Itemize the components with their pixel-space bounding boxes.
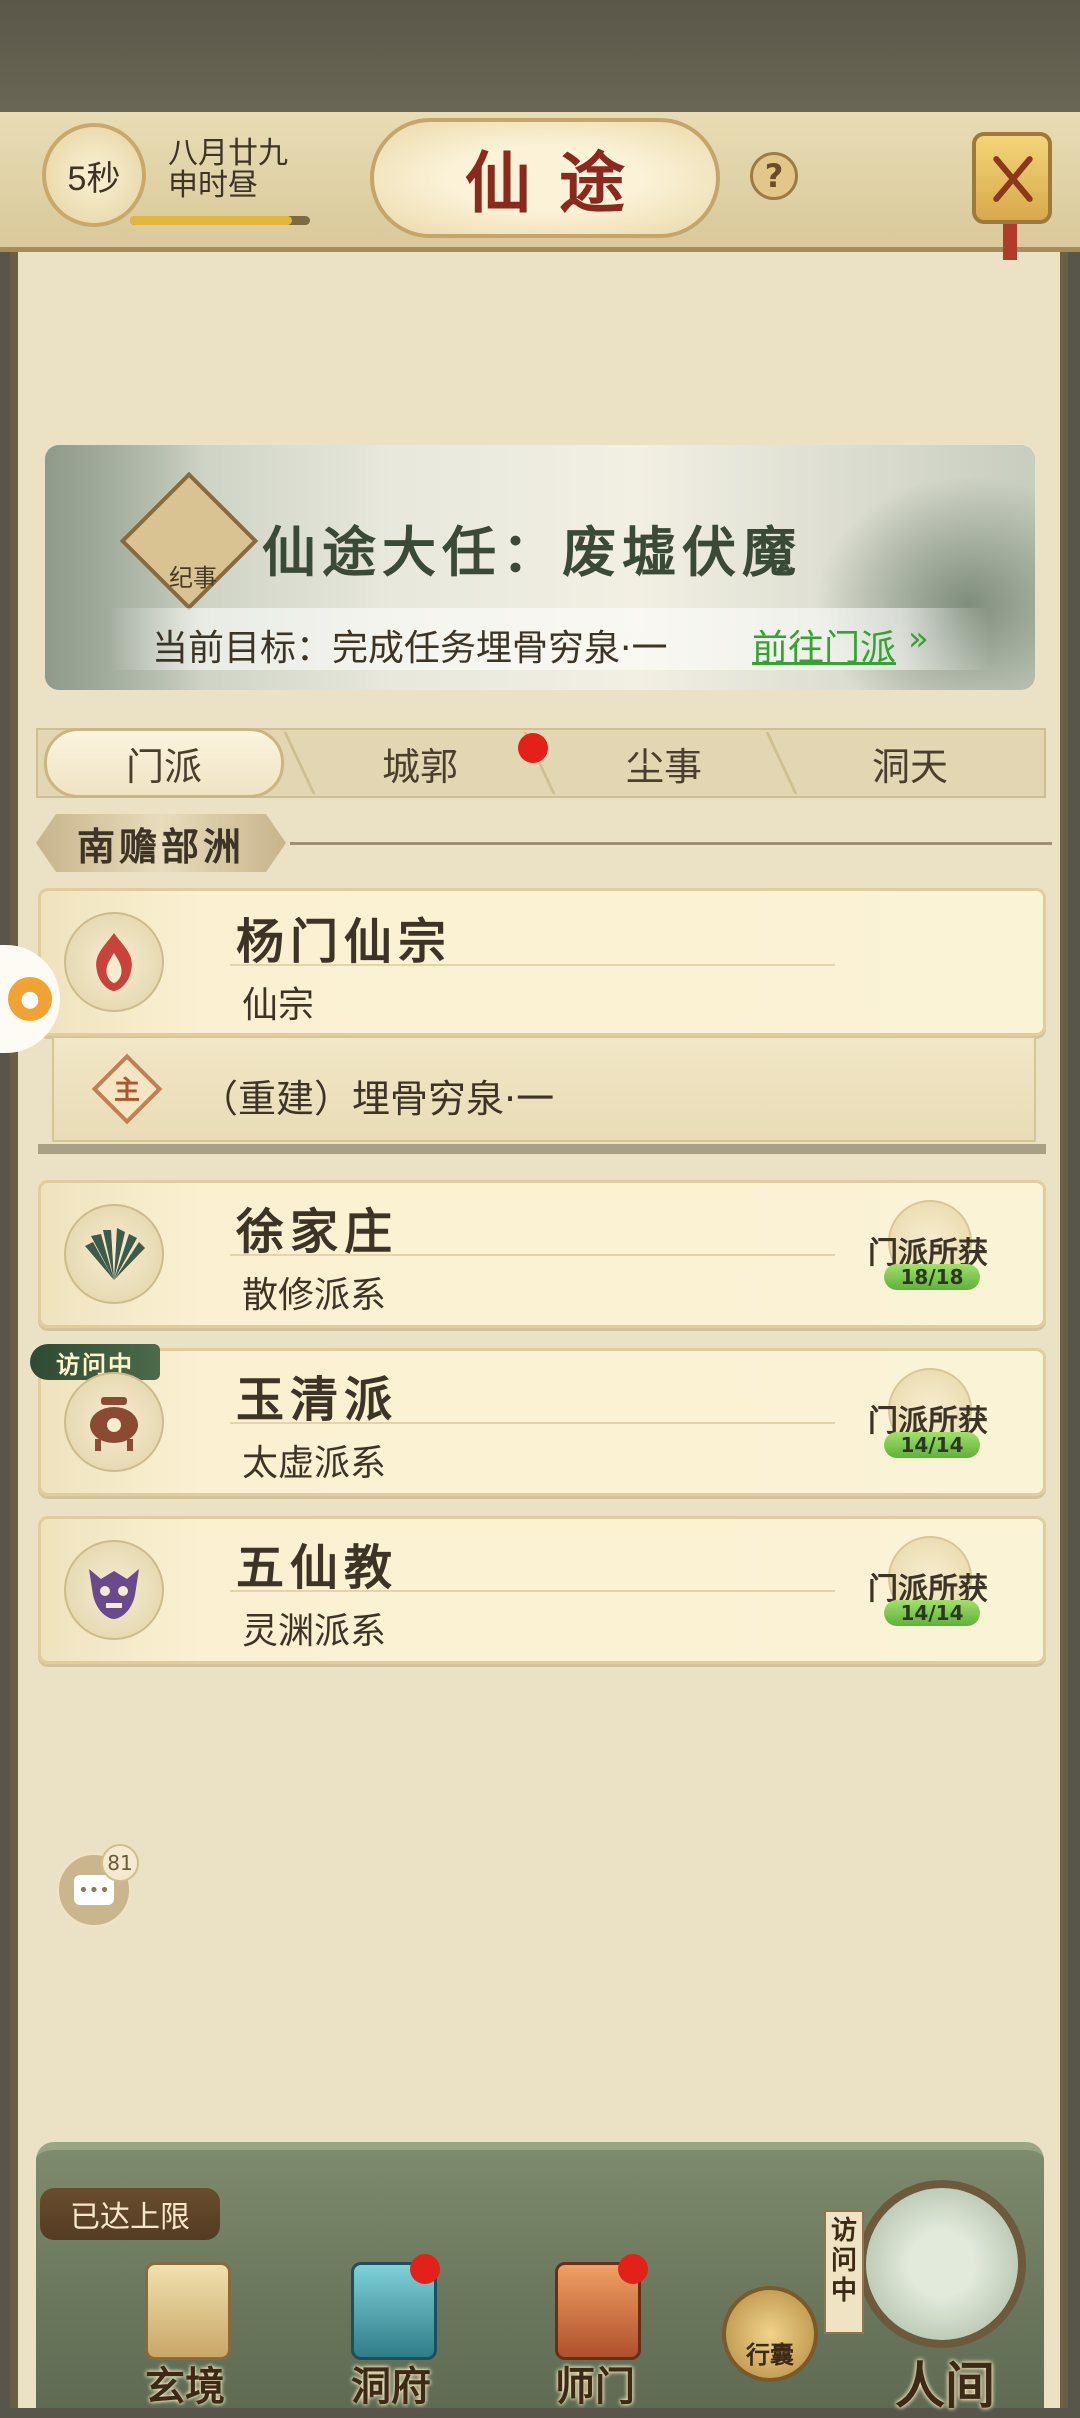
tab-cave[interactable]: 洞天 <box>790 728 1030 798</box>
title-plaque: 仙途 <box>370 118 720 238</box>
sect-name: 杨门仙宗 <box>236 914 453 970</box>
region-label: 南赡部洲 <box>36 814 286 872</box>
game-date: 八月廿九 申时昼 <box>168 138 328 202</box>
card-divider <box>230 1422 835 1424</box>
main-quest-label: 主 <box>113 1076 140 1106</box>
limit-reached-tag: 已达上限 <box>40 2188 220 2240</box>
leaf-fan-emblem-icon <box>64 1204 164 1304</box>
card-divider <box>230 1254 835 1256</box>
sect-name: 玉清派 <box>236 1372 399 1428</box>
chat-icon: ••• <box>74 1875 114 1905</box>
sect-type: 仙宗 <box>242 985 315 1026</box>
sect-reward[interactable]: 门派所获 14/14 <box>868 1368 988 1468</box>
demon-mask-emblem-icon <box>64 1540 164 1640</box>
nav-label: 洞府 <box>351 2363 431 2410</box>
sect-name: 徐家庄 <box>236 1204 399 1260</box>
sub-task-text: （重建）埋骨穷泉·一 <box>200 1077 555 1121</box>
card-divider <box>230 964 835 966</box>
nav-label: 玄境 <box>145 2363 225 2410</box>
sect-type: 散修派系 <box>242 1275 387 1316</box>
chronicle-label: 纪事 <box>169 564 217 592</box>
page-title: 仙途 <box>465 144 653 222</box>
reward-count: 18/18 <box>884 1264 980 1290</box>
world-button[interactable] <box>858 2180 1026 2348</box>
date-day: 八月廿九 <box>168 136 288 171</box>
nav-shimen[interactable]: 师门 <box>520 2250 670 2410</box>
close-icon[interactable] <box>972 132 1052 224</box>
status-area <box>0 0 1080 115</box>
card-divider <box>230 1590 835 1592</box>
time-progress-bar <box>130 216 310 225</box>
visiting-vertical-tag: 访问中 <box>824 2210 864 2334</box>
chevron-right-icon[interactable]: » <box>908 619 929 659</box>
sect-reward[interactable]: 门派所获 18/18 <box>868 1200 988 1300</box>
chat-count-badge: 81 <box>101 1844 139 1882</box>
goto-sect-link[interactable]: 前往门派 <box>752 619 896 671</box>
reward-count: 14/14 <box>884 1432 980 1458</box>
region-divider <box>290 842 1052 845</box>
quest-title: 仙途大任：废墟伏魔 <box>262 520 802 584</box>
scroll-icon <box>145 2262 231 2360</box>
notification-dot <box>618 2254 648 2284</box>
nav-label: 师门 <box>555 2363 635 2410</box>
flame-emblem-icon <box>64 912 164 1012</box>
world-label: 人间 <box>895 2356 995 2415</box>
sect-name: 五仙教 <box>236 1540 399 1596</box>
timer-badge[interactable]: 5秒 <box>42 123 146 227</box>
help-icon[interactable]: ? <box>750 152 798 200</box>
nav-xuanjing[interactable]: 玄境 <box>110 2250 260 2410</box>
sub-task-divider <box>38 1144 1046 1154</box>
time-progress-fill <box>130 216 292 225</box>
sect-type: 灵渊派系 <box>242 1611 387 1652</box>
bag-label: 行囊 <box>746 2341 794 2369</box>
tassel-decoration <box>1003 224 1017 260</box>
cauldron-emblem-icon <box>64 1372 164 1472</box>
bag-button[interactable]: 行囊 <box>722 2286 818 2382</box>
sect-type: 太虚派系 <box>242 1443 387 1484</box>
gamepad-icon: ● <box>8 977 52 1021</box>
tab-sects[interactable]: 门派 <box>44 728 284 798</box>
nav-dongfu[interactable]: 洞府 <box>316 2250 466 2410</box>
current-goal: 当前目标：完成任务埋骨穷泉·一 <box>152 628 668 669</box>
date-time: 申时昼 <box>168 168 258 203</box>
sect-card-yangmen[interactable] <box>38 888 1046 1036</box>
sect-reward[interactable]: 门派所获 14/14 <box>868 1536 988 1636</box>
tab-mundane[interactable]: 尘事 <box>544 728 784 798</box>
tab-city[interactable]: 城郭 <box>300 728 540 798</box>
notification-dot <box>410 2254 440 2284</box>
reward-count: 14/14 <box>884 1600 980 1626</box>
